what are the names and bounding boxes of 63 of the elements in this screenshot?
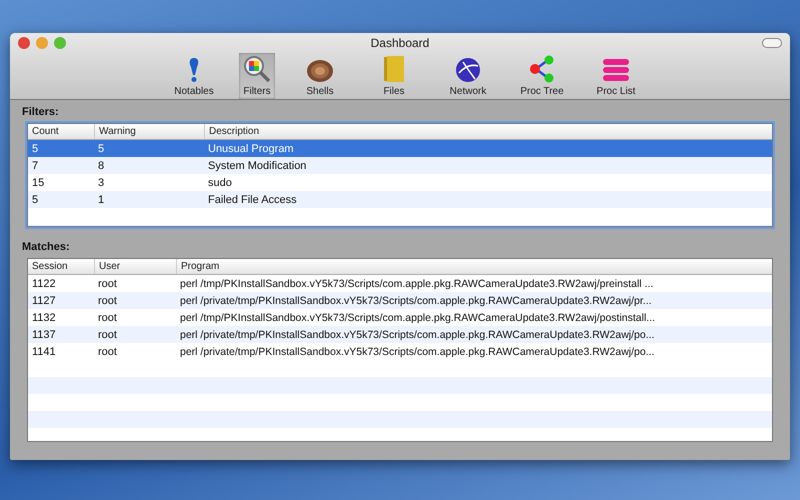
table-row[interactable]: 1132 root perl /tmp/PKInstallSandbox.vY5k73/Scripts/com.apple.pkg.RAWCameraUpdate3.RW2awj/postinstall... bbox=[28, 309, 772, 326]
table-cell-text: 1127 bbox=[31, 294, 57, 306]
zoom-button[interactable] bbox=[54, 37, 66, 49]
minimize-button[interactable] bbox=[36, 37, 48, 49]
table-row[interactable]: 7 8 System Modification bbox=[28, 157, 772, 174]
table-row[interactable]: 5 5 Unusual Program bbox=[28, 140, 772, 157]
table-cell-text: perl /tmp/PKInstallSandbox.vY5k73/Scripts/com.apple.pkg.RAWCameraUpdate3.RW2awj/postinstall... bbox=[179, 312, 656, 324]
table-cell-text: perl /private/tmp/PKInstallSandbox.vY5k73/Scripts/com.apple.pkg.RAWCameraUpdate3.RW2awj/po... bbox=[179, 328, 656, 340]
column-header[interactable]: Description bbox=[204, 124, 772, 139]
table-cell-text: root bbox=[97, 294, 118, 306]
table-row[interactable]: 5 1 Failed File Access bbox=[28, 191, 772, 208]
column-header[interactable]: Program bbox=[176, 259, 772, 274]
table-cell-text: Unusual Program bbox=[207, 142, 295, 154]
column-header[interactable]: Session bbox=[28, 259, 94, 274]
table-cell-text: root bbox=[97, 278, 118, 290]
table-cell-text: root bbox=[97, 312, 118, 324]
table-cell-text: perl /private/tmp/PKInstallSandbox.vY5k73/Scripts/com.apple.pkg.RAWCameraUpdate3.RW2awj/po... bbox=[179, 346, 656, 358]
table-cell-text: System Modification bbox=[207, 160, 308, 172]
folder-icon bbox=[382, 55, 406, 83]
table-cell-text: 3 bbox=[97, 176, 106, 188]
close-button[interactable] bbox=[18, 37, 30, 49]
table-cell-text: root bbox=[97, 346, 118, 358]
table-cell-text: 1122 bbox=[31, 278, 57, 290]
toolbar-button[interactable]: Network bbox=[439, 53, 497, 99]
table-cell-text: root bbox=[97, 328, 118, 340]
table-cell-text: 1137 bbox=[31, 328, 57, 340]
tree-icon bbox=[529, 55, 555, 83]
column-header[interactable]: Warning bbox=[94, 124, 204, 139]
column-header[interactable]: User bbox=[94, 259, 176, 274]
globe-icon bbox=[455, 57, 481, 83]
table-row[interactable]: 1141 root perl /private/tmp/PKInstallSandbox.vY5k73/Scripts/com.apple.pkg.RAWCameraUpdate3.RW2awj/po... bbox=[28, 343, 772, 360]
table-cell-text: perl /private/tmp/PKInstallSandbox.vY5k73/Scripts/com.apple.pkg.RAWCameraUpdate3.RW2awj/pr... bbox=[179, 294, 653, 306]
table-row[interactable]: 15 3 sudo bbox=[28, 174, 772, 191]
section-title: Matches: bbox=[22, 241, 71, 253]
table-cell-text: 5 bbox=[31, 142, 40, 154]
table-row[interactable]: 1137 root perl /private/tmp/PKInstallSandbox.vY5k73/Scripts/com.apple.pkg.RAWCameraUpdate3.RW2awj/po... bbox=[28, 326, 772, 343]
toolbar-button[interactable]: Filters bbox=[239, 53, 275, 99]
table-row[interactable]: 1122 root perl /tmp/PKInstallSandbox.vY5k73/Scripts/com.apple.pkg.RAWCameraUpdate3.RW2awj/preinstall ... bbox=[28, 275, 772, 292]
table-cell-text: 5 bbox=[97, 142, 106, 154]
section-title: Filters: bbox=[22, 106, 60, 118]
toolbar-button[interactable]: Proc Tree bbox=[513, 53, 571, 99]
table-cell-text: 8 bbox=[97, 160, 106, 172]
exclamation-icon bbox=[187, 57, 201, 83]
table-cell-text: 1141 bbox=[31, 346, 57, 358]
table-cell-text: perl /tmp/PKInstallSandbox.vY5k73/Scripts/com.apple.pkg.RAWCameraUpdate3.RW2awj/preinstall ... bbox=[179, 278, 654, 290]
table-cell-text: sudo bbox=[207, 176, 233, 188]
column-header[interactable]: Count bbox=[28, 124, 94, 139]
list-icon bbox=[602, 57, 630, 83]
table-cell-text: 1 bbox=[97, 194, 106, 206]
toolbar-button[interactable]: Shells bbox=[291, 53, 349, 99]
toolbar-button[interactable]: Notables bbox=[165, 53, 223, 99]
shell-icon bbox=[306, 59, 334, 83]
table-cell-text: 15 bbox=[31, 176, 46, 188]
table-cell-text: 5 bbox=[31, 194, 40, 206]
window-title: Dashboard bbox=[370, 36, 430, 50]
table-row[interactable]: 1127 root perl /private/tmp/PKInstallSandbox.vY5k73/Scripts/com.apple.pkg.RAWCameraUpdate3.RW2awj/pr... bbox=[28, 292, 772, 309]
table-cell-text: 1132 bbox=[31, 312, 57, 324]
table-cell-text: 7 bbox=[31, 160, 40, 172]
toolbar-button[interactable]: Files bbox=[365, 53, 423, 99]
toolbar-toggle-button[interactable] bbox=[762, 38, 782, 48]
magnifier-icon bbox=[243, 55, 271, 83]
table-cell-text: Failed File Access bbox=[207, 194, 298, 206]
toolbar-button[interactable]: Proc List bbox=[587, 53, 645, 99]
